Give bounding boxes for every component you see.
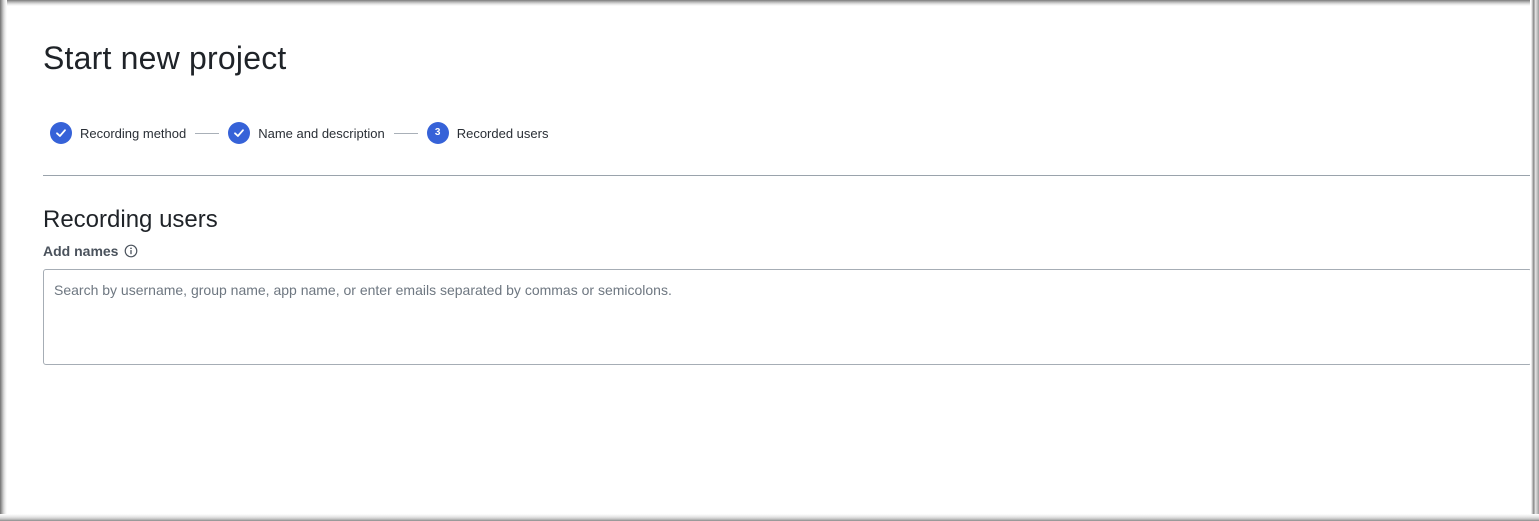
checkmark-icon: [56, 129, 66, 137]
step-recorded-users[interactable]: 3 Recorded users: [426, 122, 549, 144]
add-names-label: Add names: [43, 243, 119, 259]
add-names-label-row: Add names: [43, 242, 138, 260]
info-icon[interactable]: [124, 244, 138, 258]
step-number: 3: [434, 127, 441, 138]
section-divider: [43, 175, 1530, 176]
step-complete-badge: [50, 122, 72, 144]
step-label: Name and description: [258, 125, 385, 141]
add-names-input[interactable]: [43, 269, 1532, 365]
step-complete-badge: [228, 122, 251, 144]
checkmark-icon: [234, 129, 245, 137]
window-shadow-top: [0, 0, 1539, 6]
progress-stepper: Recording method Name and description 3 …: [50, 122, 548, 144]
window-shadow-bottom: [0, 514, 1539, 521]
step-recording-method[interactable]: Recording method: [50, 122, 186, 144]
window-shadow-left: [0, 0, 7, 521]
page-title: Start new project: [43, 40, 287, 76]
step-connector: [195, 132, 220, 134]
window-shadow-right: [1530, 0, 1539, 521]
page-content: Start new project Recording method Name …: [7, 6, 1532, 514]
step-current-badge: 3: [426, 122, 449, 144]
step-name-and-description[interactable]: Name and description: [228, 122, 385, 144]
step-label: Recorded users: [456, 125, 549, 141]
window-frame: Start new project Recording method Name …: [0, 0, 1539, 521]
step-label: Recording method: [80, 125, 187, 141]
section-title: Recording users: [43, 206, 218, 233]
step-connector: [393, 132, 418, 134]
